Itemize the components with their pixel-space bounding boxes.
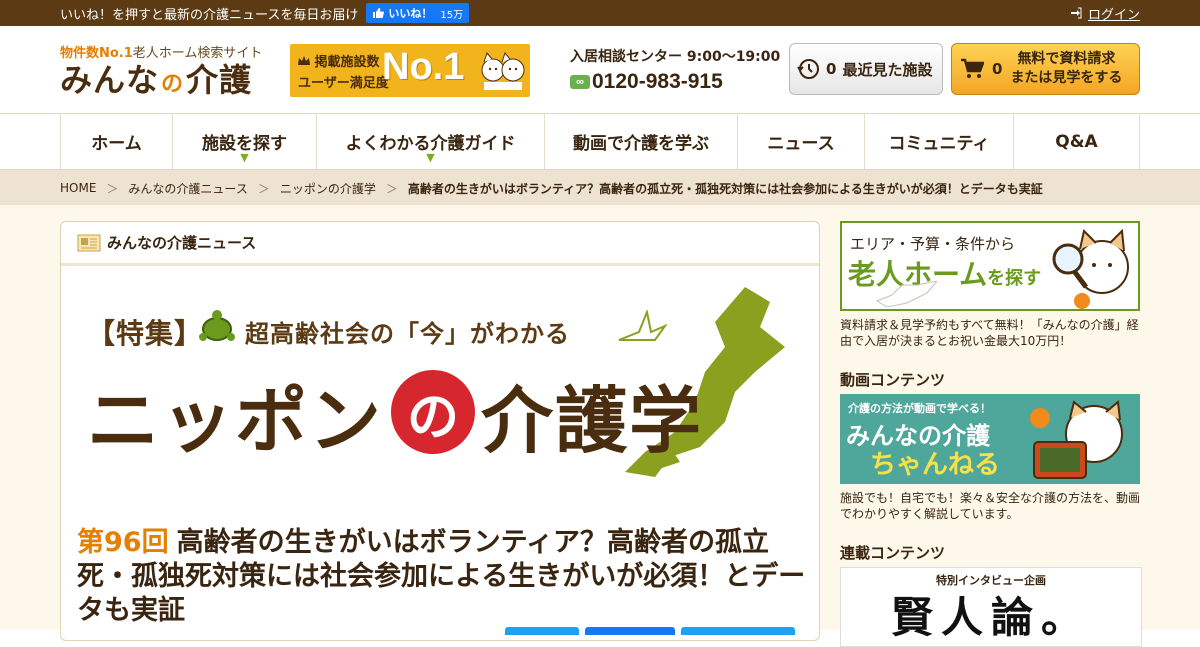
recently-viewed-button[interactable]: 0 最近見た施設 xyxy=(789,43,943,95)
facebook-share-button[interactable] xyxy=(585,627,675,635)
cat-magnifier-icon xyxy=(1052,228,1129,309)
video-channel-banner[interactable]: 介護の方法が動画で学べる！ みんなの介護 ちゃんねる xyxy=(840,394,1140,484)
hero-title-b: 介護学 xyxy=(481,379,704,463)
turtle-icon xyxy=(199,310,235,341)
nav-news[interactable]: ニュース xyxy=(737,114,864,169)
login-link[interactable]: ログイン xyxy=(1070,4,1140,23)
ban1-line1: エリア・予算・条件から xyxy=(850,235,1016,253)
nav-care-guide[interactable]: よくわかる介護ガイド ▼ xyxy=(316,114,544,169)
map-icon xyxy=(875,281,938,307)
request-info-button[interactable]: 0 無料で資料請求 または見学をする xyxy=(951,43,1140,95)
logo-name: みんなの介護 xyxy=(60,61,253,99)
contact-info: 入居相談センター 9:00〜19:00 ∞ 0120-983-915 xyxy=(570,46,780,94)
video-heading: 動画コンテンツ xyxy=(840,371,946,389)
ban3-line2: 賢人論。 xyxy=(891,593,1092,642)
chevron-down-icon: ▼ xyxy=(240,151,249,164)
hero-title-no: の xyxy=(391,370,475,454)
share-buttons xyxy=(505,627,795,635)
site-logo[interactable]: 物件数No.1老人ホーム検索サイト みんなの介護 xyxy=(60,42,262,104)
section-header: みんなの介護ニュース xyxy=(61,222,819,266)
topbar-message: いいね！を押すと最新の介護ニュースを毎日お届け xyxy=(60,7,359,23)
breadcrumb-series[interactable]: ニッポンの介護学 xyxy=(280,180,376,197)
serial-heading: 連載コンテンツ xyxy=(840,544,946,562)
series-hero-image: 【特集】 超高齢社会の「今」がわかる ニッポン の 介護学 xyxy=(77,282,805,492)
global-nav: ホーム 施設を探す ▼ よくわかる介護ガイド ▼ 動画で介護を学ぶ ニュース コミュ… xyxy=(0,114,1200,170)
breadcrumb-news[interactable]: みんなの介護ニュース xyxy=(128,180,247,197)
cats-icon xyxy=(481,51,525,90)
newspaper-icon xyxy=(77,234,101,251)
breadcrumb: HOME ＞ みんなの介護ニュース ＞ ニッポンの介護学 ＞ 高齢者の生きがいは… xyxy=(0,170,1200,206)
chevron-down-icon: ▼ xyxy=(426,151,435,164)
site-header: 物件数No.1老人ホーム検索サイト みんなの介護 掲載施設数 ユーザー満足度 N… xyxy=(0,26,1200,114)
crown-icon xyxy=(298,56,310,65)
nav-qa[interactable]: Q&A xyxy=(1013,114,1140,169)
content-area: みんなの介護ニュース 【特集】 超高齢社会の「今」がわかる ニッポン の 介護学… xyxy=(0,205,1200,647)
no1-banner[interactable]: 掲載施設数 ユーザー満足度 No.1 xyxy=(290,44,530,97)
history-icon xyxy=(797,59,819,79)
like-count: 15万 xyxy=(440,9,464,21)
sidebar: エリア・予算・条件から 老人ホームを探す 資料請求＆見学予約もすべて無料！「みん… xyxy=(840,221,1142,647)
nav-home[interactable]: ホーム xyxy=(60,114,172,169)
request-label: 無料で資料請求 または見学をする xyxy=(1010,51,1123,86)
thumbs-up-icon xyxy=(373,8,385,18)
login-icon xyxy=(1070,7,1082,19)
recent-label: 最近見た施設 xyxy=(842,60,933,79)
recent-count: 0 xyxy=(826,60,837,78)
banner-no1-text: No.1 xyxy=(382,46,465,88)
hero-series: 【特集】 xyxy=(87,317,204,350)
contact-tel[interactable]: ∞ 0120-983-915 xyxy=(570,70,780,94)
contact-hours: 入居相談センター 9:00〜19:00 xyxy=(570,49,781,65)
paper-crane-icon xyxy=(618,310,667,341)
main-column: みんなの介護ニュース 【特集】 超高齢社会の「今」がわかる ニッポン の 介護学… xyxy=(60,221,820,641)
breadcrumb-home[interactable]: HOME xyxy=(60,181,96,195)
hero-title-a: ニッポン xyxy=(87,379,384,463)
nav-community[interactable]: コミュニティ xyxy=(864,114,1013,169)
twitter-share-button[interactable] xyxy=(505,627,579,635)
chevron-right-icon: ＞ xyxy=(385,181,398,196)
kenjinron-banner[interactable]: 特別インタビュー企画 賢人論。 xyxy=(840,567,1142,647)
ban2-line1: 介護の方法が動画で学べる！ xyxy=(848,402,991,415)
line-share-button[interactable] xyxy=(681,627,795,635)
top-bar: いいね！を押すと最新の介護ニュースを毎日お届け いいね！ 15万 ログイン xyxy=(0,0,1200,26)
chevron-right-icon: ＞ xyxy=(106,181,119,196)
section-title: みんなの介護ニュース xyxy=(107,234,257,252)
cart-icon xyxy=(961,58,984,78)
breadcrumb-current: 高齢者の生きがいはボランティア？高齢者の孤立死・孤独死対策には社会参加による生き… xyxy=(407,181,1043,196)
cat-tv-icon xyxy=(1030,400,1123,479)
banner-line1: 掲載施設数 xyxy=(298,51,380,70)
nav-video[interactable]: 動画で介護を学ぶ xyxy=(544,114,737,169)
search-homes-banner[interactable]: エリア・予算・条件から 老人ホームを探す xyxy=(840,221,1140,311)
video-description: 施設でも！自宅でも！楽々＆安全な介護の方法を、動画でわかりやすく解説しています。 xyxy=(840,491,1141,521)
like-label: いいね！ xyxy=(388,7,433,20)
banner-line2: ユーザー満足度 xyxy=(298,76,389,91)
hero-subtitle: 超高齢社会の「今」がわかる xyxy=(245,320,570,348)
freedial-icon: ∞ xyxy=(570,75,590,89)
logo-tagline: 物件数No.1老人ホーム検索サイト xyxy=(60,46,263,61)
episode-number: 第96回 xyxy=(77,527,169,558)
ban1-description: 資料請求＆見学予約もすべて無料！「みんなの介護」経由で入居が決まるとお祝い金最大… xyxy=(840,318,1139,348)
chevron-right-icon: ＞ xyxy=(257,181,270,196)
login-label: ログイン xyxy=(1087,7,1140,23)
ban2-line3: ちゃんねる xyxy=(870,450,1001,480)
request-count: 0 xyxy=(992,60,1003,78)
nav-search-facilities[interactable]: 施設を探す ▼ xyxy=(172,114,316,169)
article-title: 第96回 高齢者の生きがいはボランティア？高齢者の孤立死・孤独死対策には社会参加に… xyxy=(77,527,806,626)
facebook-like-button[interactable]: いいね！ 15万 xyxy=(366,3,470,23)
